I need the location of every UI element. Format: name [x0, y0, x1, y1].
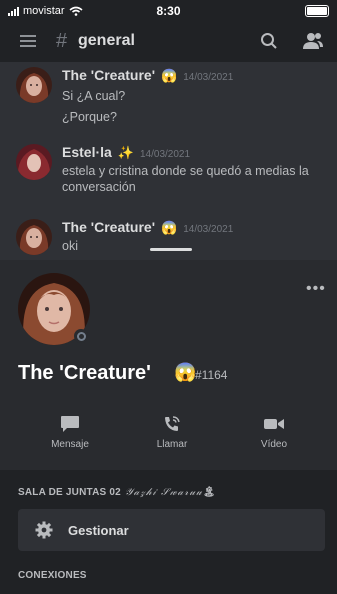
call-label: Llamar — [156, 439, 188, 450]
clock: 8:30 — [156, 4, 181, 18]
voice-channel-title: SALA DE JUNTAS 02 𝒴𝒶𝓏𝒽𝒾 𝒮𝓌𝒶𝓇𝓊𝓊🏝 — [18, 487, 216, 498]
profile-name: The 'Creature' — [18, 362, 151, 384]
message-text: conversación — [62, 180, 136, 194]
message-text: oki — [62, 239, 78, 253]
hashtag-icon: # — [56, 30, 68, 52]
message-list[interactable]: The 'Creature' 😱 14/03/2021 Si ¿A cual? ¿P… — [0, 62, 337, 260]
avatar[interactable] — [16, 219, 52, 255]
call-button[interactable]: Llamar — [137, 415, 207, 450]
message-author[interactable]: Estel·la — [62, 144, 112, 160]
avatar[interactable] — [16, 144, 52, 180]
connections-title: CONEXIONES — [18, 570, 87, 581]
chat-bubble-icon — [61, 416, 79, 432]
more-options-icon[interactable]: ••• — [306, 280, 326, 298]
battery-icon — [305, 5, 329, 17]
members-icon[interactable] — [302, 32, 324, 50]
menu-icon[interactable] — [20, 35, 36, 47]
avatar[interactable] — [16, 67, 52, 103]
video-camera-icon — [264, 419, 284, 429]
message-author[interactable]: The 'Creature' — [62, 67, 155, 83]
channel-name: general — [78, 32, 135, 49]
message-text: ¿Porque? — [62, 110, 117, 124]
video-button[interactable]: Vídeo — [239, 415, 309, 450]
status-bar: movistar 8:30 — [0, 0, 337, 22]
profile-emoji: 😱 — [174, 362, 197, 382]
phone-call-icon — [165, 416, 180, 431]
message-label: Mensaje — [51, 439, 89, 450]
island-emoji: 🏝 — [202, 487, 216, 498]
message-timestamp: 14/03/2021 — [140, 149, 191, 160]
voice-section: SALA DE JUNTAS 02 𝒴𝒶𝓏𝒽𝒾 𝒮𝓌𝒶𝓇𝓊𝓊🏝 Gestionar… — [0, 470, 337, 594]
sheet-drag-handle[interactable] — [150, 248, 192, 251]
profile-sheet: ••• The 'Creature' 😱 #1164 Mensaje Llama… — [0, 260, 337, 470]
voice-channel-fancy-name: 𝒴𝒶𝓏𝒽𝒾 𝒮𝓌𝒶𝓇𝓊𝓊 — [124, 487, 203, 498]
message-timestamp: 14/03/2021 — [183, 72, 234, 83]
author-emoji: 😱 — [161, 68, 178, 83]
message-text: estela y cristina donde se quedó a media… — [62, 164, 309, 178]
profile-tag: #1164 — [195, 368, 228, 382]
manage-button[interactable]: Gestionar — [18, 509, 325, 551]
gear-icon — [35, 521, 53, 539]
offline-status-icon — [74, 329, 88, 343]
channel-header: # general — [0, 22, 337, 62]
message-author[interactable]: The 'Creature' — [62, 219, 155, 235]
author-emoji: 😱 — [161, 220, 178, 235]
search-icon[interactable] — [260, 32, 278, 50]
message-timestamp: 14/03/2021 — [183, 224, 234, 235]
author-emoji: ✨ — [117, 145, 134, 160]
message-button[interactable]: Mensaje — [35, 415, 105, 450]
message-text: Si ¿A cual? — [62, 89, 126, 103]
video-label: Vídeo — [260, 439, 288, 450]
manage-label: Gestionar — [68, 523, 129, 538]
